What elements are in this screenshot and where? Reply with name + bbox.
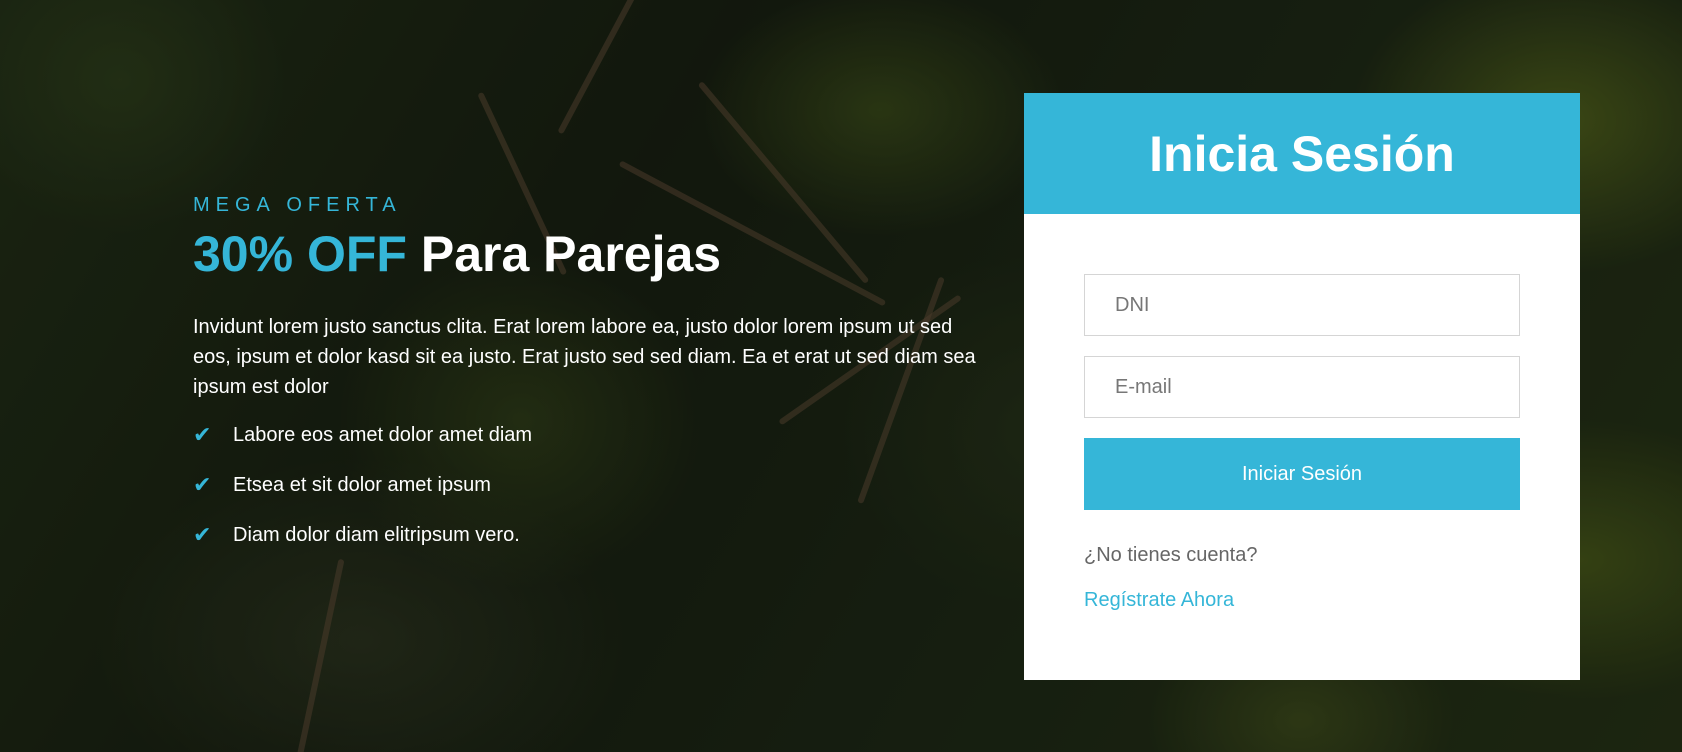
check-icon: ✔ bbox=[193, 472, 212, 497]
check-icon: ✔ bbox=[193, 422, 212, 447]
promo-headline-accent: 30% OFF bbox=[193, 226, 407, 282]
feature-text: Labore eos amet dolor amet diam bbox=[233, 423, 533, 446]
promo-section: MEGA OFERTA 30% OFF Para Parejas Invidun… bbox=[193, 194, 993, 570]
login-submit-button[interactable]: Iniciar Sesión bbox=[1084, 438, 1520, 510]
dni-input[interactable] bbox=[1084, 274, 1520, 336]
feature-list: ✔ Labore eos amet dolor amet diam ✔ Etse… bbox=[193, 420, 993, 550]
login-form: Iniciar Sesión ¿No tienes cuenta? Regíst… bbox=[1024, 214, 1580, 612]
email-input[interactable] bbox=[1084, 356, 1520, 418]
feature-item: ✔ Diam dolor diam elitripsum vero. bbox=[193, 520, 993, 550]
check-icon: ✔ bbox=[193, 522, 212, 547]
feature-item: ✔ Etsea et sit dolor amet ipsum bbox=[193, 470, 993, 500]
login-title: Inicia Sesión bbox=[1149, 125, 1455, 182]
promo-eyebrow: MEGA OFERTA bbox=[193, 194, 402, 216]
register-link[interactable]: Regístrate Ahora bbox=[1084, 589, 1234, 612]
promo-headline: 30% OFF Para Parejas bbox=[193, 227, 993, 282]
feature-text: Etsea et sit dolor amet ipsum bbox=[233, 473, 491, 496]
feature-text: Diam dolor diam elitripsum vero. bbox=[233, 523, 520, 546]
promo-description: Invidunt lorem justo sanctus clita. Erat… bbox=[193, 316, 976, 398]
login-card: Inicia Sesión Iniciar Sesión ¿No tienes … bbox=[1024, 93, 1580, 680]
feature-item: ✔ Labore eos amet dolor amet diam bbox=[193, 420, 993, 450]
no-account-text: ¿No tienes cuenta? bbox=[1084, 544, 1258, 566]
promo-headline-rest: Para Parejas bbox=[406, 226, 722, 282]
login-header: Inicia Sesión bbox=[1024, 93, 1580, 214]
